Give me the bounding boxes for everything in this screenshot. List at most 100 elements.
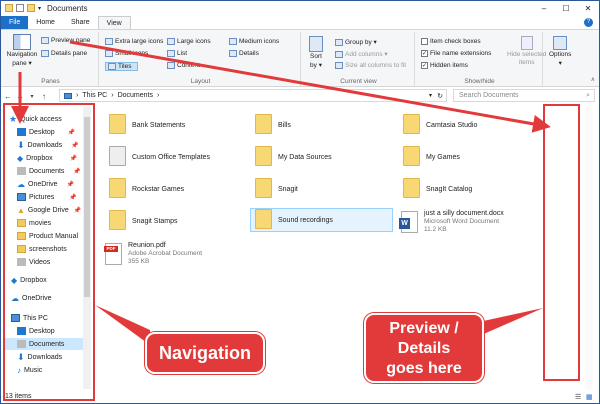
file-tile[interactable]: Bank Statements (109, 113, 185, 137)
file-name-extensions-label: File name extensions (430, 50, 492, 57)
sort-icon (309, 36, 323, 52)
preview-callout-text-3: goes here (386, 360, 462, 377)
details-pane-button[interactable]: Details pane (41, 50, 87, 57)
word-document-icon: W (399, 211, 418, 233)
maximize-button[interactable]: ☐ (555, 1, 577, 15)
layout-list-label: List (177, 50, 188, 57)
file-tile[interactable]: Bills (255, 113, 291, 137)
back-arrow-icon[interactable]: ← (3, 92, 13, 101)
ribbon: Navigation pane ▾ Preview pane Details p… (1, 29, 599, 87)
details-view-icon[interactable]: ☰ (575, 393, 581, 401)
layout-details[interactable]: Details (229, 50, 259, 57)
layout-details-label: Details (239, 50, 259, 57)
tab-share[interactable]: Share (63, 16, 98, 29)
file-tile[interactable]: My Data Sources (255, 145, 332, 169)
breadcrumb-sep[interactable]: › (157, 92, 159, 99)
hidden-items-toggle[interactable]: Hidden items (421, 62, 468, 69)
file-tile[interactable]: SnagIt Catalog (403, 177, 472, 201)
address-dropdown-icon[interactable]: ▾ (429, 92, 432, 99)
layout-medium-icons-label: Medium icons (239, 38, 280, 45)
snagit-folder-icon (109, 210, 126, 230)
minimize-button[interactable]: – (533, 1, 555, 15)
address-box[interactable]: › This PC › Documents › ▾ ↻ (59, 89, 447, 102)
layout-list[interactable]: List (167, 50, 187, 57)
show-hide-group-label: Show/hide (464, 78, 495, 85)
tab-view[interactable]: View (97, 16, 131, 29)
file-tile[interactable]: Snagit (255, 177, 298, 201)
file-tile[interactable]: Rockstar Games (109, 177, 184, 201)
item-check-boxes-label: Item check boxes (430, 38, 481, 45)
folder-icon (109, 146, 126, 166)
search-input[interactable]: Search Documents ⌕ (453, 89, 595, 102)
navigation-pane-button[interactable]: Navigation pane ▾ (6, 34, 38, 67)
preview-pane-button[interactable]: Preview pane (41, 37, 90, 44)
file-type: Adobe Acrobat Document (128, 250, 203, 257)
file-tile[interactable]: Snagit Stamps (109, 209, 178, 233)
forward-arrow-icon[interactable]: → (15, 92, 25, 101)
file-name: Reunion.pdf (128, 242, 166, 249)
sound-recordings-folder-icon (255, 209, 272, 229)
sort-by-button[interactable]: Sort by ▾ (309, 36, 323, 69)
help-icon[interactable]: ? (584, 18, 593, 27)
navigation-pane-icon (13, 34, 31, 50)
close-button[interactable]: ✕ (577, 1, 599, 15)
file-tile[interactable]: My Games (403, 145, 460, 169)
group-by-button[interactable]: Group by ▾ (335, 38, 377, 46)
properties-icon[interactable] (16, 4, 24, 12)
list-icon (167, 50, 175, 57)
large-icons-view-icon[interactable]: ▦ (586, 393, 593, 401)
file-tile[interactable]: Custom Office Templates (109, 145, 210, 169)
size-columns-button[interactable]: Size all columns to fit (335, 62, 406, 69)
group-by-label: Group by ▾ (345, 39, 377, 46)
up-arrow-icon[interactable]: ↑ (39, 92, 49, 101)
content-icon (167, 62, 175, 69)
layout-small-icons[interactable]: Small icons (105, 50, 148, 57)
breadcrumb-sep[interactable]: › (111, 92, 113, 99)
layout-medium-icons[interactable]: Medium icons (229, 38, 279, 45)
file-tile[interactable]: Sound recordings (250, 208, 393, 232)
layout-content[interactable]: Content (167, 62, 200, 69)
content-scrollbar[interactable] (585, 107, 593, 389)
options-button[interactable]: Options ▾ (549, 36, 571, 67)
options-icon (553, 36, 568, 50)
customize-dropdown-icon[interactable]: ▾ (38, 5, 41, 12)
tab-file[interactable]: File (1, 16, 29, 29)
tab-home[interactable]: Home (28, 16, 63, 29)
preview-pane-icon (41, 37, 49, 44)
breadcrumb-documents[interactable]: Documents (118, 92, 153, 99)
recent-locations-icon[interactable]: ▾ (27, 93, 37, 100)
folder-icon (403, 146, 420, 166)
hidden-items-label: Hidden items (430, 62, 468, 69)
collapse-ribbon-icon[interactable]: ∧ (591, 76, 595, 83)
layout-extra-large-icons[interactable]: Extra large icons (105, 38, 163, 45)
file-tile[interactable]: Camtasia Studio (403, 113, 477, 137)
file-name: Snagit Stamps (132, 217, 178, 225)
file-name-extensions-checkbox[interactable] (421, 50, 428, 57)
folder-icon (403, 114, 420, 134)
breadcrumb-this-pc[interactable]: This PC (82, 92, 107, 99)
show-hide-group: Item check boxes File name extensions Hi… (417, 32, 546, 86)
file-type: Microsoft Word Document (424, 218, 500, 225)
tiles-icon (108, 63, 116, 70)
hide-selected-items-button[interactable]: Hide selected items (507, 36, 546, 66)
refresh-icon[interactable]: ↻ (437, 92, 443, 100)
add-columns-button[interactable]: Add columns ▾ (335, 50, 388, 58)
group-by-icon (335, 38, 343, 46)
size-columns-icon (335, 62, 343, 69)
title-bar: ▾ Documents – ☐ ✕ (1, 1, 599, 15)
preview-highlight-box (543, 104, 580, 381)
file-name-extensions-toggle[interactable]: File name extensions (421, 50, 491, 57)
new-folder-icon[interactable] (27, 4, 35, 12)
hidden-items-checkbox[interactable] (421, 62, 428, 69)
layout-tiles[interactable]: Tiles (105, 62, 139, 71)
hide-selected-icon (520, 36, 533, 50)
search-icon: ⌕ (586, 92, 590, 99)
item-check-boxes-toggle[interactable]: Item check boxes (421, 38, 481, 45)
file-name: Snagit (278, 185, 298, 193)
file-tile[interactable]: W just a silly document.docx Microsoft W… (399, 207, 504, 237)
item-check-boxes-checkbox[interactable] (421, 38, 428, 45)
layout-large-icons[interactable]: Large icons (167, 38, 211, 45)
file-tile[interactable]: PDF Reunion.pdf Adobe Acrobat Document 3… (104, 239, 203, 269)
add-columns-label: Add columns ▾ (345, 51, 388, 58)
folder-icon (109, 114, 126, 134)
